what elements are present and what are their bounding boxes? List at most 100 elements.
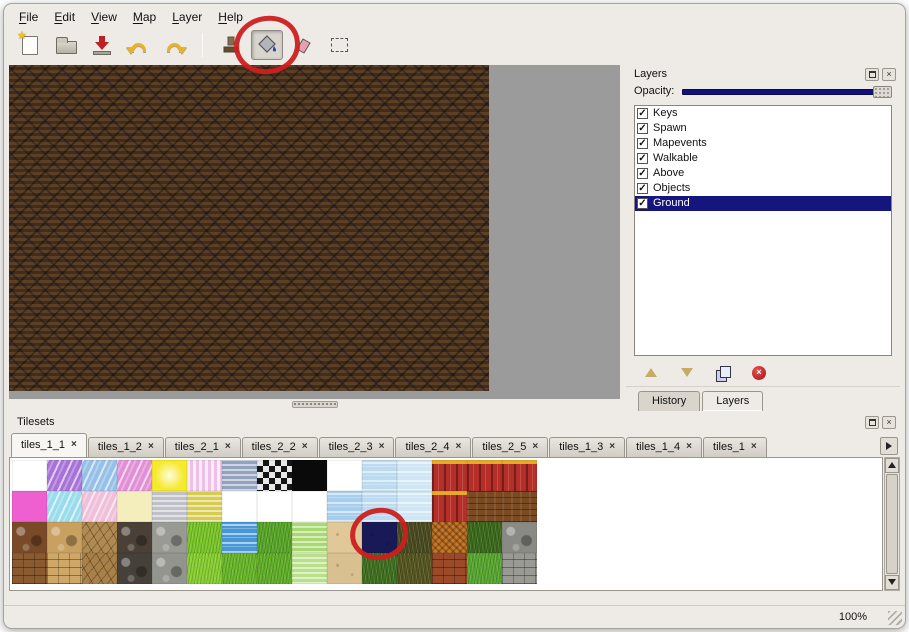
palette-tile[interactable] — [152, 460, 187, 491]
palette-tile[interactable] — [327, 491, 362, 522]
layer-visibility-checkbox[interactable]: ✓ — [637, 138, 648, 149]
menu-item-layer[interactable]: Layer — [165, 8, 209, 26]
palette-tile[interactable] — [327, 460, 362, 491]
palette-tile[interactable] — [327, 522, 362, 553]
layer-row-walkable[interactable]: ✓Walkable — [635, 151, 891, 166]
palette-tile[interactable] — [432, 460, 467, 491]
palette-tile[interactable] — [257, 553, 292, 584]
panel-close-button[interactable]: × — [882, 68, 896, 81]
new-file-button[interactable] — [14, 30, 46, 60]
layer-delete-button[interactable]: × — [748, 364, 770, 382]
menu-item-file[interactable]: File — [12, 8, 45, 26]
menu-item-view[interactable]: View — [84, 8, 124, 26]
palette-tile[interactable] — [152, 522, 187, 553]
tab-close-icon[interactable]: × — [532, 442, 538, 452]
palette-tile[interactable] — [187, 491, 222, 522]
scrollbar-thumb[interactable] — [886, 474, 898, 574]
tilesets-detach-button[interactable] — [865, 416, 879, 429]
palette-tile[interactable] — [12, 522, 47, 553]
open-button[interactable] — [50, 30, 82, 60]
layer-row-objects[interactable]: ✓Objects — [635, 181, 891, 196]
palette-tile[interactable] — [467, 491, 502, 522]
tileset-tab-tiles_1[interactable]: tiles_1× — [703, 437, 767, 457]
layer-visibility-checkbox[interactable]: ✓ — [637, 168, 648, 179]
palette-tile[interactable] — [257, 522, 292, 553]
tab-close-icon[interactable]: × — [751, 442, 757, 452]
resize-grip[interactable] — [888, 611, 902, 625]
tab-close-icon[interactable]: × — [686, 442, 692, 452]
tab-close-icon[interactable]: × — [379, 442, 385, 452]
menu-item-help[interactable]: Help — [211, 8, 250, 26]
layer-visibility-checkbox[interactable]: ✓ — [637, 153, 648, 164]
palette-tile[interactable] — [362, 491, 397, 522]
layer-duplicate-button[interactable] — [712, 364, 734, 382]
opacity-slider-track[interactable] — [682, 89, 890, 95]
palette-tile[interactable] — [12, 553, 47, 584]
layer-move-down-button[interactable] — [676, 364, 698, 382]
opacity-slider-handle[interactable] — [873, 86, 892, 98]
palette-tile[interactable] — [362, 460, 397, 491]
palette-tile[interactable] — [467, 553, 502, 584]
layer-row-above[interactable]: ✓Above — [635, 166, 891, 181]
eraser-tool-button[interactable] — [287, 30, 319, 60]
tab-close-icon[interactable]: × — [609, 442, 615, 452]
layer-visibility-checkbox[interactable]: ✓ — [637, 198, 648, 209]
palette-tile[interactable] — [432, 522, 467, 553]
layer-row-keys[interactable]: ✓Keys — [635, 106, 891, 121]
palette-tile[interactable] — [82, 522, 117, 553]
palette-tile[interactable] — [117, 491, 152, 522]
panel-detach-button[interactable] — [865, 68, 879, 81]
palette-tile[interactable] — [362, 553, 397, 584]
palette-tile[interactable] — [502, 522, 537, 553]
palette-tile[interactable] — [117, 522, 152, 553]
palette-tile[interactable] — [397, 553, 432, 584]
palette-tile[interactable] — [82, 553, 117, 584]
layer-row-spawn[interactable]: ✓Spawn — [635, 121, 891, 136]
save-button[interactable] — [86, 30, 118, 60]
scroll-down-button[interactable] — [885, 575, 899, 590]
map-canvas[interactable] — [9, 65, 620, 399]
palette-tile[interactable] — [292, 553, 327, 584]
palette-tile[interactable] — [257, 491, 292, 522]
select-tool-button[interactable] — [323, 30, 355, 60]
palette-tile[interactable] — [292, 522, 327, 553]
palette-tile[interactable] — [222, 553, 257, 584]
tileset-tab-tiles_1_1[interactable]: tiles_1_1× — [11, 433, 87, 457]
palette-tile[interactable] — [12, 491, 47, 522]
tileset-tab-tiles_2_1[interactable]: tiles_2_1× — [165, 437, 241, 457]
palette-tile[interactable] — [82, 491, 117, 522]
scrollbar-grip[interactable] — [292, 401, 338, 408]
palette-tile[interactable] — [397, 460, 432, 491]
menu-item-edit[interactable]: Edit — [47, 8, 82, 26]
scroll-up-button[interactable] — [885, 458, 899, 473]
palette-tile[interactable] — [292, 460, 327, 491]
palette-tile[interactable] — [47, 522, 82, 553]
palette-tile[interactable] — [432, 491, 467, 522]
palette-tile[interactable] — [47, 553, 82, 584]
fill-tool-button[interactable] — [251, 30, 283, 60]
palette-tile[interactable] — [117, 553, 152, 584]
palette-tile[interactable] — [187, 522, 222, 553]
palette-tile[interactable] — [47, 491, 82, 522]
palette-vertical-scrollbar[interactable] — [884, 457, 900, 591]
palette-tile[interactable] — [502, 491, 537, 522]
layer-visibility-checkbox[interactable]: ✓ — [637, 123, 648, 134]
palette-tile[interactable] — [12, 460, 47, 491]
tab-close-icon[interactable]: × — [71, 440, 77, 450]
tilesets-close-button[interactable]: × — [882, 416, 896, 429]
layer-row-mapevents[interactable]: ✓Mapevents — [635, 136, 891, 151]
palette-tile[interactable] — [187, 553, 222, 584]
palette-tile[interactable] — [467, 460, 502, 491]
map-horizontal-scrollbar[interactable] — [9, 399, 620, 411]
tab-close-icon[interactable]: × — [302, 442, 308, 452]
tab-history[interactable]: History — [638, 391, 700, 411]
tileset-tab-tiles_1_2[interactable]: tiles_1_2× — [88, 437, 164, 457]
tileset-tab-tiles_2_2[interactable]: tiles_2_2× — [242, 437, 318, 457]
tileset-tab-tiles_1_4[interactable]: tiles_1_4× — [626, 437, 702, 457]
palette-tile[interactable] — [222, 522, 257, 553]
palette-tile[interactable] — [222, 460, 257, 491]
tab-close-icon[interactable]: × — [225, 442, 231, 452]
tileset-tab-tiles_2_4[interactable]: tiles_2_4× — [395, 437, 471, 457]
palette-tile[interactable] — [117, 460, 152, 491]
layer-row-ground[interactable]: ✓Ground — [635, 196, 891, 211]
